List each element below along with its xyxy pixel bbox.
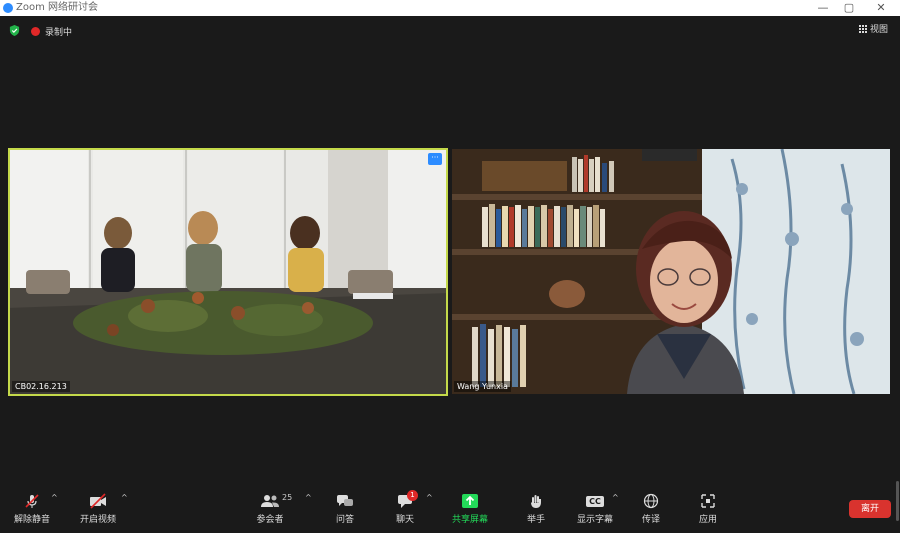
conference-room-video-frame bbox=[10, 150, 446, 394]
video-tile-conference-room[interactable]: ··· CB02.16.213 bbox=[8, 148, 448, 396]
participant-name-label: Wang Yunxia bbox=[454, 381, 511, 392]
recording-label: 录制中 bbox=[45, 28, 73, 38]
show-captions-label: 显示字幕 bbox=[576, 515, 613, 525]
apps-icon bbox=[678, 493, 738, 509]
window-title: Zoom 网络研讨会 bbox=[16, 2, 99, 13]
share-screen-button[interactable]: 共享屏幕 bbox=[440, 493, 500, 525]
view-button[interactable]: 视图 bbox=[858, 22, 888, 35]
captions-options-chevron-icon[interactable]: ^ bbox=[612, 493, 619, 502]
zoom-logo-icon bbox=[3, 3, 13, 13]
audio-options-chevron-icon[interactable]: ^ bbox=[51, 493, 58, 502]
interpretation-label: 传译 bbox=[641, 515, 660, 525]
title-bar: Zoom 网络研讨会 — ▢ ✕ bbox=[0, 0, 900, 16]
chat-label: 聊天 bbox=[395, 515, 414, 525]
speaker-video-frame bbox=[452, 149, 890, 394]
share-screen-label: 共享屏幕 bbox=[451, 515, 488, 525]
raise-hand-label: 举手 bbox=[526, 515, 545, 525]
minimize-button[interactable]: — bbox=[816, 1, 830, 15]
apps-label: 应用 bbox=[698, 515, 717, 525]
raise-hand-button[interactable]: 举手 bbox=[506, 493, 566, 525]
tile-more-options-button[interactable]: ··· bbox=[428, 153, 442, 165]
participants-button[interactable]: 25 参会者 bbox=[240, 493, 300, 525]
participant-name-label: CB02.16.213 bbox=[12, 381, 70, 392]
scrollbar[interactable] bbox=[896, 481, 899, 521]
video-tile-speaker[interactable]: Wang Yunxia bbox=[452, 149, 890, 394]
close-button[interactable]: ✕ bbox=[874, 1, 888, 15]
chat-unread-badge: 1 bbox=[407, 490, 418, 501]
participants-label: 参会者 bbox=[256, 515, 284, 525]
share-screen-icon bbox=[440, 493, 500, 509]
maximize-button[interactable]: ▢ bbox=[842, 1, 856, 15]
recording-dot-icon bbox=[31, 27, 40, 36]
qa-label: 问答 bbox=[335, 515, 354, 525]
cc-icon-text: CC bbox=[586, 495, 604, 507]
apps-button[interactable]: 应用 bbox=[678, 493, 738, 525]
chat-options-chevron-icon[interactable]: ^ bbox=[426, 493, 433, 502]
participants-options-chevron-icon[interactable]: ^ bbox=[305, 493, 312, 502]
video-options-chevron-icon[interactable]: ^ bbox=[121, 493, 128, 502]
meeting-area: 录制中 视图 ··· CB02.16.213 Wang Yunxia 解除静音 … bbox=[0, 16, 900, 533]
globe-icon bbox=[621, 493, 681, 509]
interpretation-button[interactable]: 传译 bbox=[621, 493, 681, 525]
unmute-label: 解除静音 bbox=[13, 515, 50, 525]
view-label: 视图 bbox=[869, 25, 888, 35]
leave-button[interactable]: 离开 bbox=[849, 500, 891, 518]
participants-count: 25 bbox=[282, 493, 293, 502]
raise-hand-icon bbox=[506, 493, 566, 509]
meeting-toolbar: 解除静音 ^ 开启视频 ^ 25 参会者 ^ 问答 1 聊天 ^ 共享屏幕 举手… bbox=[0, 481, 900, 533]
grid-view-icon bbox=[858, 24, 867, 33]
security-shield-icon[interactable] bbox=[9, 25, 20, 36]
recording-indicator[interactable]: 录制中 bbox=[31, 25, 72, 38]
start-video-label: 开启视频 bbox=[79, 515, 116, 525]
video-off-icon bbox=[68, 493, 128, 509]
qa-button[interactable]: 问答 bbox=[315, 493, 375, 525]
qa-bubbles-icon bbox=[315, 493, 375, 509]
start-video-button[interactable]: 开启视频 bbox=[68, 493, 128, 525]
participants-icon: 25 bbox=[240, 493, 300, 509]
